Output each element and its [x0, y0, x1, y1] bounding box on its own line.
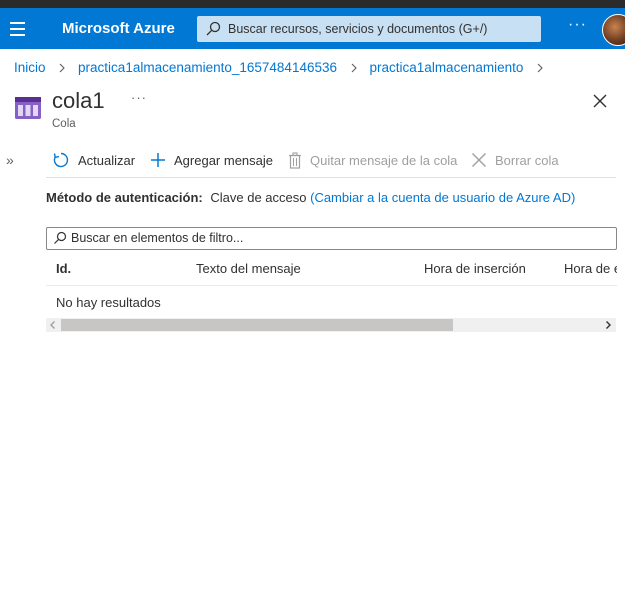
- auth-method-label: Método de autenticación:: [46, 190, 203, 205]
- close-icon: [472, 153, 486, 167]
- clear-queue-label: Borrar cola: [495, 152, 559, 168]
- chevron-left-icon[interactable]: [48, 320, 58, 330]
- auth-method: Método de autenticación: Clave de acceso…: [46, 190, 575, 205]
- refresh-icon: [53, 152, 69, 168]
- column-header-message-text[interactable]: Texto del mensaje: [196, 261, 301, 276]
- chevron-right-icon: [59, 64, 66, 73]
- search-icon: [54, 231, 67, 244]
- breadcrumb-home[interactable]: Inicio: [14, 60, 46, 75]
- filter-input[interactable]: Buscar en elementos de filtro...: [46, 227, 617, 250]
- switch-auth-link[interactable]: (Cambiar a la cuenta de usuario de Azure…: [310, 190, 575, 205]
- toolbar-divider: [46, 177, 616, 178]
- expand-sidebar-icon[interactable]: »: [6, 152, 14, 168]
- add-message-button[interactable]: Agregar mensaje: [150, 148, 273, 172]
- dequeue-message-button[interactable]: Quitar mensaje de la cola: [288, 148, 457, 172]
- column-header-insertion-time[interactable]: Hora de inserción: [424, 261, 526, 276]
- search-icon: [206, 21, 221, 36]
- page-title: cola1: [52, 88, 105, 113]
- auth-method-value: Clave de acceso: [210, 190, 307, 205]
- chevron-right-icon: [537, 64, 543, 73]
- search-placeholder: Buscar recursos, servicios y documentos …: [228, 22, 488, 36]
- brand-title[interactable]: Microsoft Azure: [62, 20, 175, 37]
- command-bar: Actualizar Agregar mensaje Quitar mensaj…: [46, 148, 616, 172]
- page-subtitle: Cola: [52, 118, 76, 130]
- column-header-id[interactable]: Id.: [56, 261, 71, 276]
- refresh-label: Actualizar: [78, 152, 136, 168]
- global-search-input[interactable]: Buscar recursos, servicios y documentos …: [197, 16, 541, 42]
- more-icon[interactable]: ···: [131, 90, 147, 105]
- chevron-right-icon[interactable]: [603, 320, 613, 330]
- refresh-button[interactable]: Actualizar: [52, 148, 135, 172]
- plus-icon: [151, 153, 165, 167]
- trash-icon: [289, 151, 301, 169]
- table-header-divider: [46, 285, 617, 286]
- column-header-expiration-time[interactable]: Hora de expiración: [564, 261, 617, 276]
- scrollbar-thumb[interactable]: [61, 319, 453, 331]
- browser-strip: [0, 0, 625, 8]
- breadcrumb-storage-account[interactable]: practica1almacenamiento: [370, 60, 524, 75]
- breadcrumb-resource-group[interactable]: practica1almacenamiento_1657484146536: [78, 60, 337, 75]
- clear-queue-button[interactable]: Borrar cola: [471, 148, 559, 172]
- menu-icon[interactable]: [10, 22, 25, 36]
- add-message-label: Agregar mensaje: [174, 152, 273, 168]
- horizontal-scrollbar[interactable]: [46, 318, 616, 332]
- more-icon[interactable]: ···: [568, 16, 587, 34]
- breadcrumb: Inicio practica1almacenamiento_165748414…: [14, 60, 552, 75]
- close-icon[interactable]: [592, 93, 608, 109]
- top-bar: Microsoft Azure Buscar recursos, servici…: [0, 0, 625, 49]
- avatar[interactable]: [602, 14, 625, 46]
- dequeue-message-label: Quitar mensaje de la cola: [310, 152, 458, 168]
- chevron-right-icon: [351, 64, 357, 73]
- filter-placeholder: Buscar en elementos de filtro...: [71, 231, 244, 245]
- empty-results: No hay resultados: [56, 295, 161, 310]
- queue-icon: [15, 97, 41, 119]
